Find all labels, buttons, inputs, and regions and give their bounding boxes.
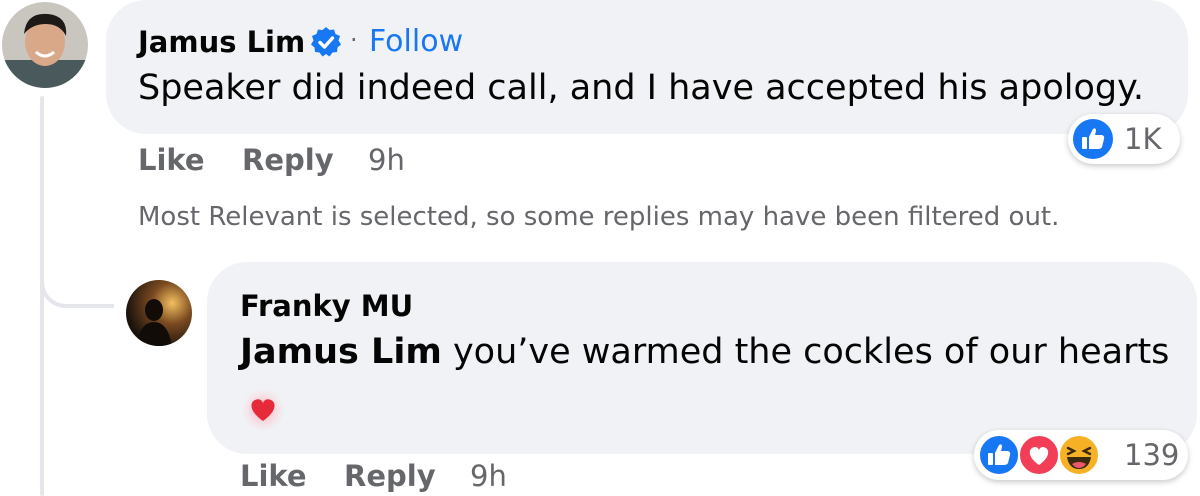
reaction-count: 1K: [1124, 122, 1162, 156]
reply-author[interactable]: Franky MU: [240, 288, 413, 324]
filter-notice: Most Relevant is selected, so some repli…: [138, 202, 1060, 232]
reply-text-body: you’ve warmed the cockles of our hearts: [441, 332, 1170, 372]
love-reaction-icon: [1018, 434, 1060, 476]
timestamp[interactable]: 9h: [368, 142, 405, 178]
reaction-summary[interactable]: 139: [974, 430, 1188, 480]
reply-button[interactable]: Reply: [242, 142, 334, 178]
red-heart-emoji: [241, 388, 285, 432]
reply-button[interactable]: Reply: [344, 458, 436, 494]
haha-reaction-icon: [1058, 434, 1100, 476]
verified-badge-icon: [311, 27, 341, 57]
follow-button[interactable]: Follow: [369, 24, 463, 60]
reply-text: Jamus Lim you’ve warmed the cockles of o…: [240, 330, 1169, 374]
avatar[interactable]: [126, 280, 192, 346]
reply-thread-connector: [40, 264, 114, 308]
timestamp[interactable]: 9h: [470, 458, 507, 494]
like-reaction-icon: [1073, 119, 1113, 159]
comment-author[interactable]: Jamus Lim: [138, 24, 305, 60]
avatar[interactable]: [2, 2, 88, 88]
separator-dot: ·: [350, 26, 358, 54]
reaction-summary[interactable]: 1K: [1068, 114, 1180, 164]
like-reaction-icon: [978, 434, 1020, 476]
mention-link[interactable]: Jamus Lim: [240, 332, 442, 372]
like-button[interactable]: Like: [240, 458, 307, 494]
reaction-count: 139: [1124, 438, 1180, 472]
like-button[interactable]: Like: [138, 142, 205, 178]
comment-text: Speaker did indeed call, and I have acce…: [138, 68, 1144, 108]
